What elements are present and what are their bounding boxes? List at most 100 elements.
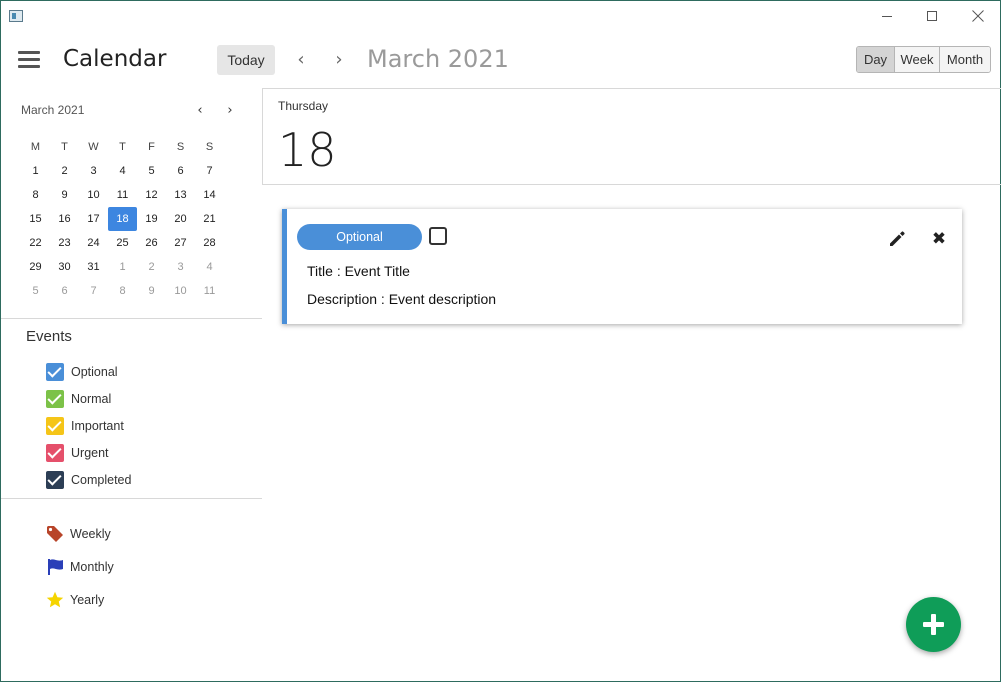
- mini-day-cell[interactable]: 13: [166, 183, 195, 207]
- delete-event-button[interactable]: ✖: [929, 229, 949, 249]
- mini-calendar-title: March 2021: [21, 103, 85, 117]
- mini-day-cell[interactable]: 12: [137, 183, 166, 207]
- mini-day-cell[interactable]: 24: [79, 231, 108, 255]
- mini-day-cell[interactable]: 27: [166, 231, 195, 255]
- prev-period-button[interactable]: ‹: [291, 48, 311, 72]
- mini-day-cell[interactable]: 29: [21, 255, 50, 279]
- weekday-label: T: [61, 141, 68, 153]
- mini-day-cell[interactable]: 6: [50, 279, 79, 303]
- mini-day-cell[interactable]: 17: [79, 207, 108, 231]
- mini-day-cell[interactable]: 16: [50, 207, 79, 231]
- event-category-badge: Optional: [297, 224, 422, 250]
- recurrence-label: Weekly: [70, 527, 111, 541]
- checkbox-checked-icon[interactable]: [46, 363, 64, 381]
- today-button[interactable]: Today: [217, 45, 275, 75]
- checkbox-checked-icon[interactable]: [46, 390, 64, 408]
- recurrence-monthly[interactable]: Monthly: [46, 556, 114, 578]
- event-card[interactable]: Optional Title : Event Title Description…: [282, 209, 962, 324]
- mini-day-cell[interactable]: 10: [79, 183, 108, 207]
- mini-day-cell[interactable]: 8: [21, 183, 50, 207]
- mini-day-cell[interactable]: 3: [79, 159, 108, 183]
- mini-day-cell[interactable]: 9: [50, 183, 79, 207]
- mini-day-cell[interactable]: 20: [166, 207, 195, 231]
- mini-day-cell[interactable]: 31: [79, 255, 108, 279]
- checkbox-checked-icon[interactable]: [46, 417, 64, 435]
- checkbox-checked-icon[interactable]: [46, 444, 64, 462]
- mini-day-cell[interactable]: 1: [108, 255, 137, 279]
- pencil-icon[interactable]: [887, 229, 907, 249]
- mini-day-cell[interactable]: 5: [21, 279, 50, 303]
- event-filter-normal[interactable]: Normal: [46, 389, 111, 409]
- mini-day-cell[interactable]: 23: [50, 231, 79, 255]
- minimize-icon: [882, 16, 892, 17]
- mini-day-cell[interactable]: 6: [166, 159, 195, 183]
- mini-calendar-grid: M T W T F S S 1 2 3 4 5 6 7 8 9 10 11 12 13 14 15 16 17 1…: [21, 135, 224, 303]
- mini-day-cell[interactable]: 4: [108, 159, 137, 183]
- mini-week-row: 15 16 17 18 19 20 21: [21, 207, 224, 231]
- event-filter-label: Optional: [71, 365, 118, 379]
- day-number: 18: [278, 123, 337, 177]
- mini-day-cell[interactable]: 11: [108, 183, 137, 207]
- event-filter-important[interactable]: Important: [46, 416, 124, 436]
- event-filter-label: Important: [71, 419, 124, 433]
- minimize-button[interactable]: [863, 1, 909, 31]
- event-title: Title : Event Title: [307, 263, 410, 279]
- mini-day-cell[interactable]: 7: [195, 159, 224, 183]
- view-switcher: Day Week Month: [856, 46, 991, 73]
- checkbox-checked-icon[interactable]: [46, 471, 64, 489]
- view-day-button[interactable]: Day: [857, 47, 894, 72]
- view-month-button[interactable]: Month: [939, 47, 990, 72]
- event-filter-completed[interactable]: Completed: [46, 470, 131, 490]
- sidebar-divider: [1, 318, 262, 319]
- next-period-button[interactable]: ›: [329, 48, 349, 72]
- event-filter-optional[interactable]: Optional: [46, 362, 118, 382]
- current-month-title: March 2021: [367, 45, 509, 73]
- weekday-label: M: [30, 141, 41, 153]
- mini-day-cell[interactable]: 15: [21, 207, 50, 231]
- mini-day-cell[interactable]: 18: [108, 207, 137, 231]
- mini-day-cell[interactable]: 21: [195, 207, 224, 231]
- event-filter-label: Urgent: [71, 446, 109, 460]
- hamburger-menu-icon[interactable]: [18, 51, 40, 69]
- mini-day-cell[interactable]: 4: [195, 255, 224, 279]
- mini-day-cell[interactable]: 19: [137, 207, 166, 231]
- recurrence-label: Yearly: [70, 593, 105, 607]
- add-event-button[interactable]: [906, 597, 961, 652]
- mini-day-cell[interactable]: 3: [166, 255, 195, 279]
- mini-day-cell[interactable]: 11: [195, 279, 224, 303]
- event-description: Description : Event description: [307, 291, 497, 307]
- view-week-button[interactable]: Week: [894, 47, 939, 72]
- event-filter-urgent[interactable]: Urgent: [46, 443, 109, 463]
- recurrence-yearly[interactable]: Yearly: [46, 589, 104, 611]
- app-title: Calendar: [63, 46, 167, 72]
- mini-day-cell[interactable]: 2: [137, 255, 166, 279]
- mini-day-cell[interactable]: 25: [108, 231, 137, 255]
- mini-week-row: 5 6 7 8 9 10 11: [21, 279, 224, 303]
- sidebar-divider: [1, 498, 262, 499]
- mini-day-cell[interactable]: 2: [50, 159, 79, 183]
- mini-day-cell[interactable]: 8: [108, 279, 137, 303]
- mini-next-button[interactable]: ›: [223, 103, 237, 118]
- maximize-button[interactable]: [909, 1, 955, 31]
- recurrence-weekly[interactable]: Weekly: [46, 523, 111, 545]
- mini-day-cell[interactable]: 14: [195, 183, 224, 207]
- recurrence-label: Monthly: [70, 560, 114, 574]
- events-section-title: Events: [26, 328, 72, 345]
- mini-day-cell[interactable]: 22: [21, 231, 50, 255]
- mini-day-cell[interactable]: 28: [195, 231, 224, 255]
- mini-week-row: 29 30 31 1 2 3 4: [21, 255, 224, 279]
- mini-day-cell[interactable]: 9: [137, 279, 166, 303]
- mini-day-cell[interactable]: 26: [137, 231, 166, 255]
- mini-day-cell[interactable]: 5: [137, 159, 166, 183]
- close-icon: [972, 10, 984, 22]
- mini-day-cell[interactable]: 7: [79, 279, 108, 303]
- weekday-label: T: [119, 141, 126, 153]
- mini-day-cell[interactable]: 30: [50, 255, 79, 279]
- mini-day-cell[interactable]: 10: [166, 279, 195, 303]
- weekday-label: S: [205, 141, 214, 153]
- mini-prev-button[interactable]: ‹: [193, 103, 207, 118]
- mini-day-cell[interactable]: 1: [21, 159, 50, 183]
- event-complete-checkbox[interactable]: [429, 227, 447, 245]
- star-icon: [46, 591, 64, 608]
- window-close-button[interactable]: [955, 1, 1001, 31]
